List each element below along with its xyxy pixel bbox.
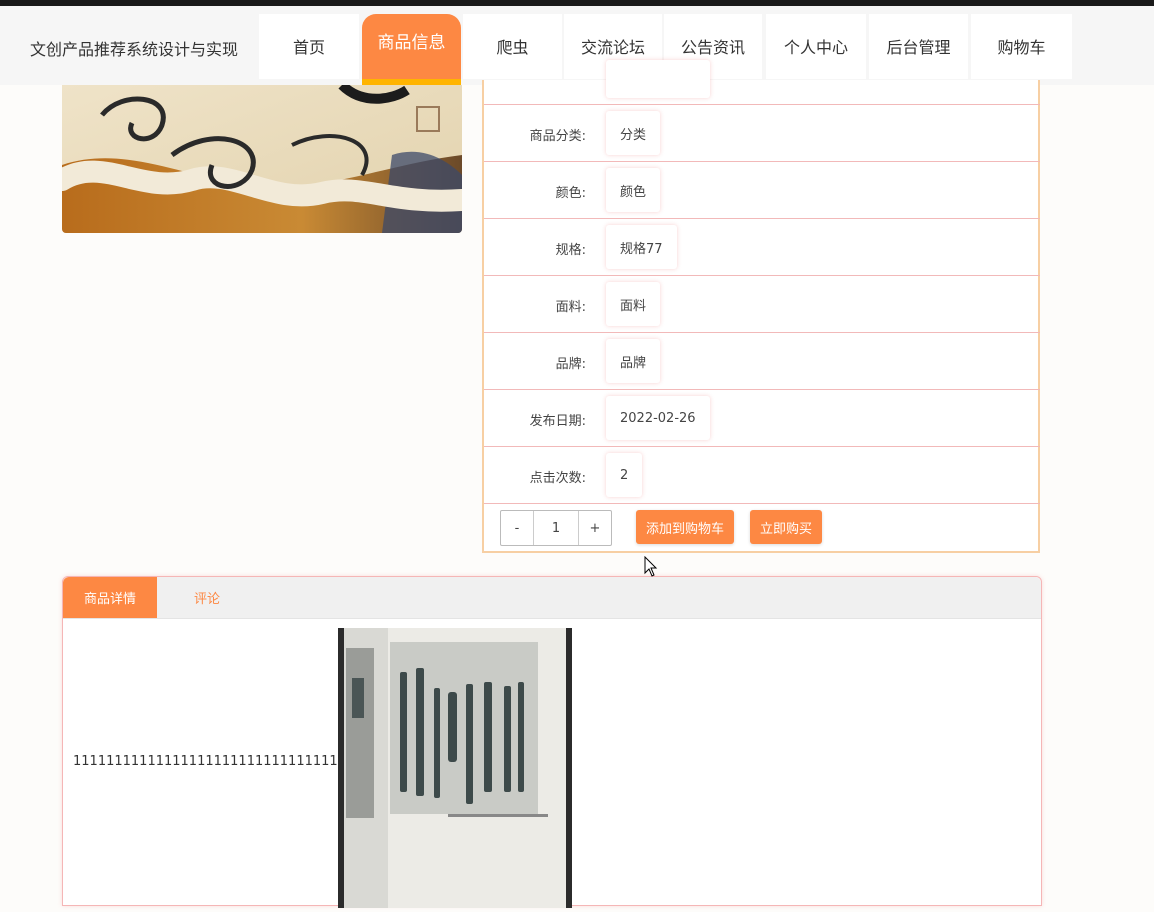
info-value-fabric: 面料 [606,282,661,326]
product-detail-panel: 商品详情 评论 11111111111111111111111111111111… [62,576,1042,908]
info-row-date: 发布日期: 2022-02-26 [484,390,1040,447]
tab-product-detail[interactable]: 商品详情 [63,577,157,618]
site-title: 文创产品推荐系统设计与实现 [30,40,239,59]
product-main-image [62,85,462,233]
quantity-stepper: - 1 + [500,510,612,546]
site-header: 文创产品推荐系统设计与实现 首页 商品信息 爬虫 交流论坛 公告资讯 个人中心 … [0,6,1154,88]
info-label-clicks: 点击次数: [529,471,586,486]
quantity-increase-button[interactable]: + [579,511,611,545]
info-value-color: 颜色 [606,168,661,212]
info-row-brand: 品牌: 品牌 [484,333,1040,390]
purchase-row: - 1 + 添加到购物车 立即购买 [484,504,1040,551]
detail-content-image [338,628,572,908]
tab-comments[interactable]: 评论 [177,577,237,618]
buy-now-button[interactable]: 立即购买 [750,510,823,544]
info-value-category: 分类 [606,111,661,155]
info-value-partial [606,60,710,98]
nav-item-products-label: 商品信息 [377,32,446,53]
nav-item-crawler[interactable]: 爬虫 [463,14,562,79]
detail-content-text: 1111111111111111111111111111111111111 [73,754,380,769]
info-row-clicks: 点击次数: 2 [484,447,1040,504]
info-label-spec: 规格: [555,243,586,258]
info-label-fabric: 面料: [555,300,586,315]
info-row-category: 商品分类: 分类 [484,105,1040,162]
nav-item-admin[interactable]: 后台管理 [869,14,968,79]
add-to-cart-button[interactable]: 添加到购物车 [636,510,735,544]
mouse-cursor-icon [644,555,658,582]
quantity-decrease-button[interactable]: - [501,511,533,545]
info-label-brand: 品牌: [555,357,586,372]
info-value-date: 2022-02-26 [606,396,710,440]
info-label-color: 颜色: [555,186,586,201]
info-value-brand: 品牌 [606,339,661,383]
info-label-category: 商品分类: [529,129,586,144]
info-value-spec: 规格77 [606,225,677,269]
product-info-panel: 商品分类: 分类 颜色: 颜色 规格: 规格77 面料: 面料 品牌: 品牌 发… [482,60,1040,553]
detail-tab-bar: 商品详情 评论 [63,577,1041,619]
info-label-date: 发布日期: [529,414,586,429]
nav-item-profile[interactable]: 个人中心 [766,14,866,79]
quantity-input[interactable]: 1 [533,511,579,545]
info-row-partial [484,60,1040,105]
info-value-clicks: 2 [606,453,643,497]
info-row-fabric: 面料: 面料 [484,276,1040,333]
info-row-spec: 规格: 规格77 [484,219,1040,276]
info-row-color: 颜色: 颜色 [484,162,1040,219]
nav-item-home[interactable]: 首页 [259,14,359,79]
nav-item-products[interactable]: 商品信息 [362,14,461,88]
nav-item-cart[interactable]: 购物车 [971,14,1072,79]
